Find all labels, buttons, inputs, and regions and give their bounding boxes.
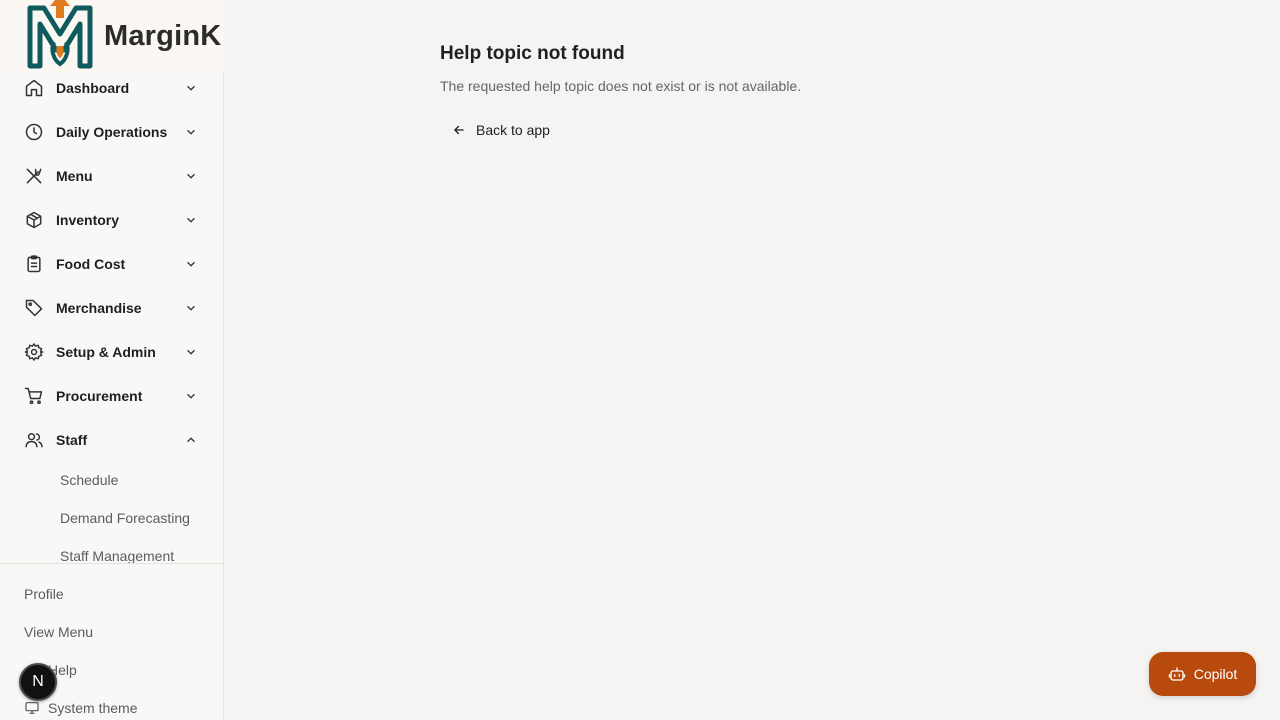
bot-icon [1168,667,1185,681]
app-root: MarginK Dashboard Daily Operations Menu [0,0,1280,720]
profile-link[interactable]: Profile [24,586,64,602]
sidebar-item-label: Inventory [56,212,120,228]
sidebar-item-staff[interactable]: Staff [0,418,223,462]
arrow-left-icon [454,125,464,135]
package-icon [26,211,42,229]
tag-icon [25,299,43,317]
sidebar-subitem-staff-management[interactable]: Staff Management [60,548,174,563]
sidebar-item-daily-operations[interactable]: Daily Operations [0,110,223,154]
back-button-label: Back to app [476,122,550,138]
sidebar-item-label: Procurement [56,388,143,404]
page-title: Help topic not found [440,43,625,64]
gear-icon [24,342,44,362]
home-icon [25,79,43,97]
brand-logo-icon [27,0,93,69]
monitor-icon [25,702,39,714]
logo[interactable]: MarginK [0,0,224,72]
sidebar-item-label: Merchandise [56,300,142,316]
back-to-app-button[interactable]: Back to app [440,116,562,144]
sidebar-item-setup-admin[interactable]: Setup & Admin [0,330,223,374]
clock-icon [25,123,43,141]
sidebar-item-label: Menu [56,168,93,184]
chevron-down-icon [187,305,195,311]
sidebar-item-dashboard[interactable]: Dashboard [0,66,223,110]
copilot-button[interactable]: Copilot [1149,652,1256,696]
sidebar-subitem-schedule[interactable]: Schedule [60,472,118,488]
view-menu-link[interactable]: View Menu [24,624,93,640]
chevron-up-icon [187,437,195,443]
chevron-down-icon [187,217,195,223]
page-description: The requested help topic does not exist … [440,78,802,94]
sidebar-subitem-demand-forecasting[interactable]: Demand Forecasting [60,510,190,526]
chevron-down-icon [187,349,195,355]
chevron-down-icon [187,173,195,179]
chevron-down-icon [187,261,195,267]
sidebar-item-label: Daily Operations [56,124,168,140]
clipboard-icon [27,255,41,273]
brand-name: MarginK [104,20,222,52]
theme-toggle[interactable]: System theme [48,700,137,716]
sidebar: MarginK Dashboard Daily Operations Menu [0,0,224,720]
sidebar-item-menu[interactable]: Menu [0,154,223,198]
avatar[interactable]: N [19,663,57,701]
sidebar-item-label: Food Cost [56,256,126,272]
chevron-down-icon [187,129,195,135]
users-icon [25,433,43,448]
sidebar-item-food-cost[interactable]: Food Cost [0,242,223,286]
sidebar-item-label: Staff [56,432,88,448]
sidebar-item-label: Dashboard [56,80,130,96]
sidebar-item-inventory[interactable]: Inventory [0,198,223,242]
chevron-down-icon [187,85,195,91]
utensils-icon [26,168,42,184]
copilot-label: Copilot [1193,666,1238,682]
chevron-down-icon [187,393,195,399]
cart-icon [24,387,43,405]
sidebar-item-label: Setup & Admin [56,344,156,360]
sidebar-item-procurement[interactable]: Procurement [0,374,223,418]
sidebar-item-merchandise[interactable]: Merchandise [0,286,223,330]
sidebar-nav: Dashboard Daily Operations Menu Inventor… [0,66,223,563]
